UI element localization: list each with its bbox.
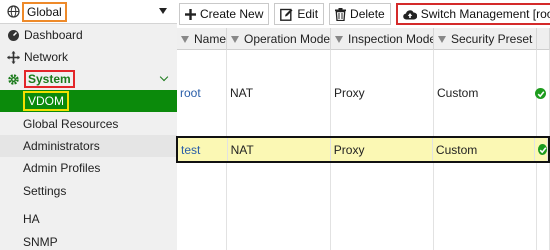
- column-header-label: Name: [194, 32, 227, 46]
- nav-system-administrators[interactable]: Administrators: [0, 134, 177, 158]
- edit-button[interactable]: Edit: [274, 3, 325, 25]
- nav-ha[interactable]: HA: [0, 208, 177, 230]
- create-new-label: Create New: [200, 7, 264, 21]
- edit-label: Edit: [297, 7, 319, 21]
- nav-dashboard-label: Dashboard: [24, 28, 83, 42]
- cell-security-preset: Custom: [433, 138, 536, 161]
- nav-system[interactable]: System: [0, 68, 177, 90]
- cell-name[interactable]: root: [177, 50, 227, 136]
- column-header-inspection-mode[interactable]: Inspection Mode: [331, 28, 434, 50]
- delete-button[interactable]: Delete: [329, 3, 391, 25]
- column-header-label: Operation Mode: [244, 32, 331, 46]
- nav-system-vdom[interactable]: VDOM: [0, 90, 177, 113]
- nav-system-settings[interactable]: Settings: [0, 180, 177, 202]
- plus-icon: [185, 8, 196, 20]
- nav-system-label: System: [24, 70, 75, 88]
- nav-system-global-resources[interactable]: Global Resources: [0, 112, 177, 134]
- nav-vdom-label: VDOM: [23, 91, 69, 112]
- check-circle-icon: [538, 144, 547, 155]
- dashboard-icon: [6, 28, 20, 42]
- cell-empty: [331, 163, 434, 250]
- nav-network-label: Network: [24, 50, 69, 64]
- delete-label: Delete: [350, 7, 385, 21]
- cell-name[interactable]: test: [178, 138, 228, 161]
- nav-dashboard[interactable]: Dashboard: [0, 24, 177, 46]
- nav-system-admin-profiles[interactable]: Admin Profiles: [0, 157, 177, 179]
- nav-administrators-label: Administrators: [23, 138, 100, 153]
- table-empty-area: [177, 163, 550, 250]
- filter-icon[interactable]: [335, 35, 343, 43]
- cloud-icon: [403, 9, 417, 20]
- column-header-label: Inspection Mode: [348, 32, 434, 46]
- edit-icon: [280, 8, 293, 21]
- chevron-down-icon: [159, 72, 169, 82]
- cell-security-preset: Custom: [434, 50, 537, 136]
- nav-settings-label: Settings: [23, 183, 67, 198]
- gear-icon: [6, 72, 20, 86]
- vdom-selector[interactable]: Global: [0, 0, 177, 24]
- table-row-selected[interactable]: test NAT Proxy Custom: [176, 136, 550, 163]
- switch-management-button[interactable]: Switch Management [root]: [395, 3, 550, 25]
- nav-snmp[interactable]: SNMP: [0, 230, 177, 250]
- cell-inspection-mode: Proxy: [331, 138, 433, 161]
- network-icon: [6, 50, 20, 64]
- column-header-security-preset[interactable]: Security Preset: [434, 28, 537, 50]
- cell-empty: [177, 163, 227, 250]
- cell-inspection-mode: Proxy: [331, 50, 434, 136]
- cell-operation-mode: NAT: [227, 50, 331, 136]
- sidebar: Global Dashboard Network System VDOM Glo…: [0, 0, 177, 250]
- cell-operation-mode: NAT: [228, 138, 331, 161]
- column-header-label: Security Preset: [451, 32, 533, 46]
- nav-snmp-label: SNMP: [23, 234, 58, 249]
- nav-global-resources-label: Global Resources: [23, 116, 119, 131]
- cell-status: [535, 138, 548, 161]
- nav-network[interactable]: Network: [0, 46, 177, 68]
- table-row[interactable]: root NAT Proxy Custom: [177, 50, 550, 136]
- trash-icon: [335, 7, 347, 21]
- column-header-operation-mode[interactable]: Operation Mode: [227, 28, 331, 50]
- filter-icon[interactable]: [231, 35, 239, 43]
- cell-empty: [434, 163, 537, 250]
- vdom-table: Name Operation Mode Inspection Mode Secu…: [176, 28, 550, 250]
- table-header: Name Operation Mode Inspection Mode Secu…: [177, 28, 550, 50]
- globe-icon: [6, 5, 20, 19]
- switch-management-label: Switch Management [root]: [420, 7, 550, 21]
- cell-empty: [537, 163, 550, 250]
- cell-empty: [227, 163, 331, 250]
- toolbar: Create New Edit Delete Switch Management…: [177, 0, 550, 28]
- create-new-button[interactable]: Create New: [179, 3, 270, 25]
- check-circle-icon: [535, 88, 546, 99]
- nav-admin-profiles-label: Admin Profiles: [23, 161, 101, 176]
- column-header-status: [537, 28, 550, 50]
- vdom-selector-value: Global: [22, 1, 67, 22]
- caret-down-icon: [159, 8, 167, 14]
- filter-icon[interactable]: [438, 35, 446, 43]
- column-header-name[interactable]: Name: [177, 28, 227, 50]
- filter-icon[interactable]: [181, 35, 189, 43]
- nav-ha-label: HA: [23, 212, 40, 227]
